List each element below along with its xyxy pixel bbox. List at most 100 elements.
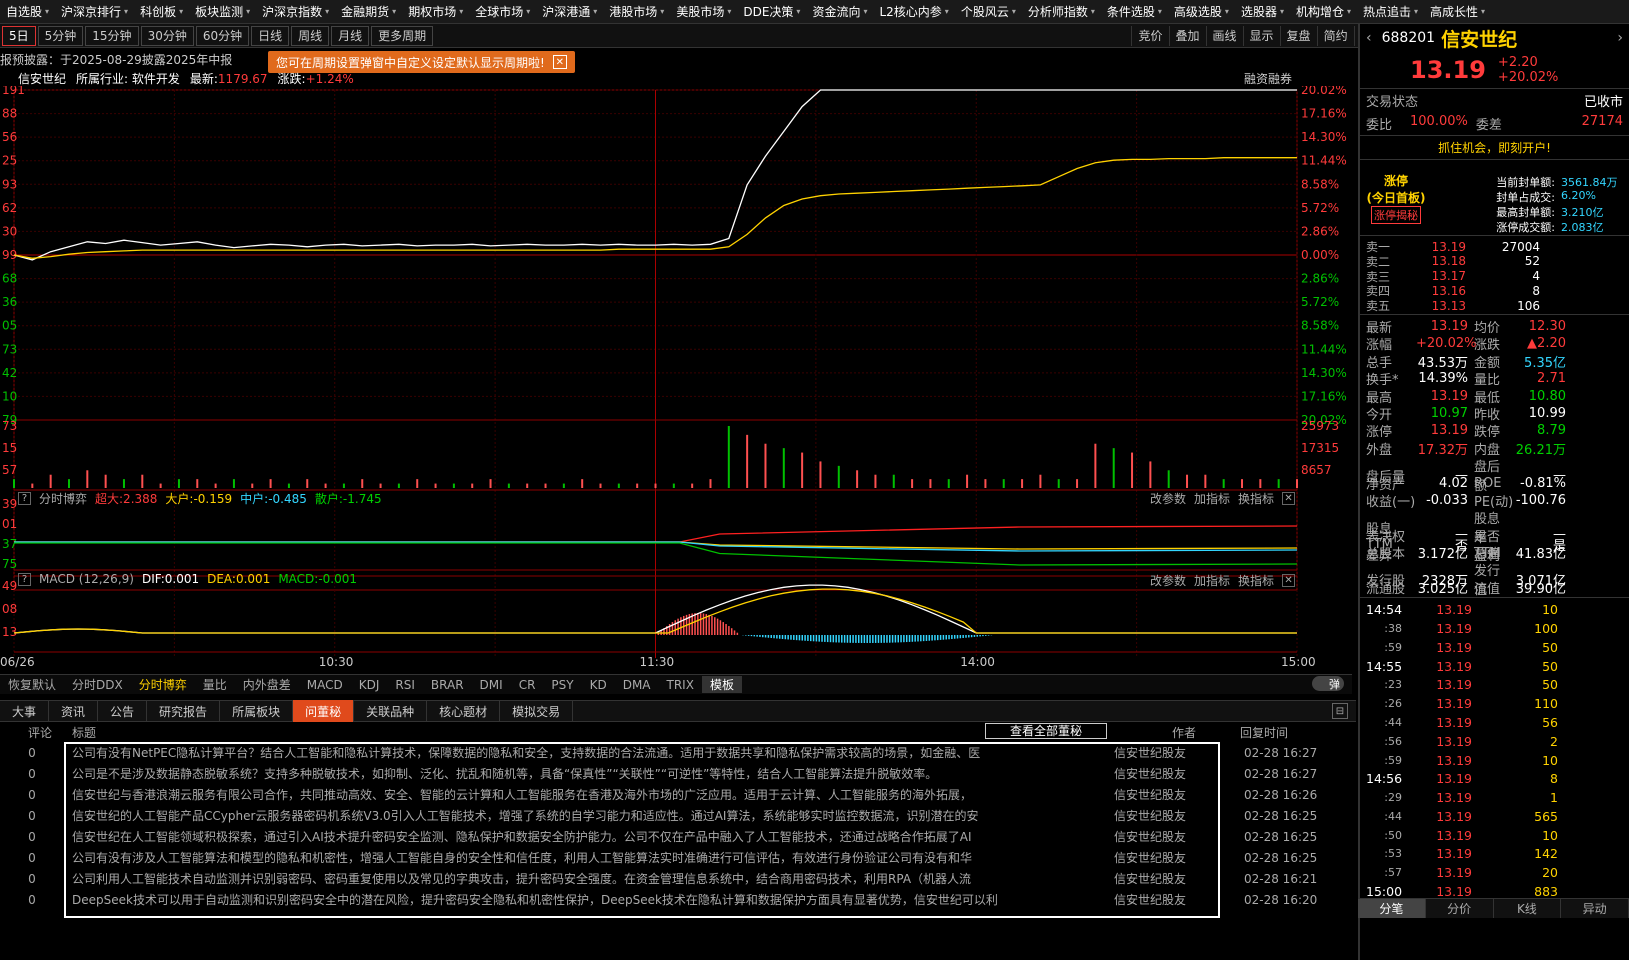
indicator-tab[interactable]: DMI [472,678,511,692]
indicator-tab[interactable]: 模板 [701,676,742,693]
chart-tool-button[interactable]: 竞价 [1131,25,1168,46]
menu-item[interactable]: 港股市场 ▾ [603,3,670,20]
next-stock-icon[interactable]: › [1617,30,1623,46]
indicator-tab[interactable]: 量比 [195,676,235,693]
menu-item[interactable]: DDE决策 ▾ [737,3,806,20]
news-row[interactable]: 0 公司利用人工智能技术自动监测并识别弱密码、密码重复使用以及常见的字典攻击，提升… [0,868,1356,889]
indicator-tab[interactable]: 分时博弈 [131,676,195,693]
menu-item[interactable]: 资金流向 ▾ [806,3,873,20]
change-params-button[interactable]: 改参数 [1150,490,1186,507]
news-tab[interactable]: 研究报告 [147,700,221,722]
close-icon[interactable]: ✕ [1282,574,1296,587]
menu-item[interactable]: 科创板 ▾ [134,3,189,20]
indicator-tab[interactable]: 恢复默认 [0,676,64,693]
quote-tab[interactable]: 分价 [1426,899,1494,918]
news-row[interactable]: 0 DeepSeek技术可以用于自动监测和识别密码安全中的潜在风险，提升密码安全隐… [0,889,1356,910]
chart-tool-button[interactable]: 叠加 [1168,25,1206,46]
indicator-tab[interactable]: CR [511,678,544,692]
quote-tab[interactable]: K线 [1494,899,1562,918]
menu-item[interactable]: 自选股 ▾ [0,3,55,20]
period-button[interactable]: 5分钟 [37,25,84,46]
news-tab[interactable]: 公告 [98,700,148,722]
menu-item[interactable]: 选股器 ▾ [1235,3,1290,20]
indicator-tab[interactable]: 分时DDX [64,676,131,693]
help-icon[interactable]: ? [18,492,31,505]
view-all-button[interactable]: 查看全部董秘 [985,723,1107,739]
indicator-tab[interactable]: TRIX [659,678,702,692]
indicator-tab[interactable]: PSY [543,678,581,692]
chart-tool-button[interactable]: 画线 [1205,25,1243,46]
news-tab[interactable]: 所属板块 [220,700,294,722]
period-button[interactable]: 30分钟 [140,25,194,46]
news-title[interactable]: 信安世纪在人工智能领域积极探索，通过引入AI技术提升密码安全监测、隐私保护和数据… [64,828,1110,845]
news-row[interactable]: 0 公司是不是涉及数据静态脱敏系统？支持多种脱敏技术，如抑制、泛化、扰乱和随机等，… [0,763,1356,784]
menu-item[interactable]: 个股风云 ▾ [955,3,1022,20]
close-icon[interactable]: ✕ [1282,492,1296,505]
menu-item[interactable]: 分析师指数 ▾ [1022,3,1101,20]
menu-item[interactable]: 热点追击 ▾ [1357,3,1424,20]
prev-stock-icon[interactable]: ‹ [1366,30,1372,46]
news-row[interactable]: 0 信安世纪与香港浪潮云服务有限公司合作，共同推动高效、安全、智能的云计算和人工智… [0,784,1356,805]
chart-tool-button[interactable]: 复盘 [1279,25,1317,46]
add-indicator-button[interactable]: 加指标 [1194,572,1230,589]
menu-item[interactable]: 沪深京排行 ▾ [55,3,134,20]
indicator-tab[interactable]: BRAR [423,678,472,692]
news-title[interactable]: DeepSeek技术可以用于自动监测和识别密码安全中的潜在风险，提升密码安全隐私… [64,891,1110,908]
news-tab[interactable]: 资讯 [49,700,99,722]
news-title[interactable]: 信安世纪与香港浪潮云服务有限公司合作，共同推动高效、安全、智能的云计算和人工智能… [64,786,1110,803]
chart-tool-button[interactable]: 显示 [1242,25,1280,46]
news-tab[interactable]: 核心题材 [427,700,501,722]
menu-item[interactable]: 沪深京指数 ▾ [256,3,335,20]
chart-tool-button[interactable]: 简约 [1316,25,1354,46]
indicator-tab[interactable]: KD [582,678,615,692]
news-title[interactable]: 公司是不是涉及数据静态脱敏系统？支持多种脱敏技术，如抑制、泛化、扰乱和随机等，具… [64,765,1110,782]
quote-tab[interactable]: 异动 [1561,899,1629,918]
period-button[interactable]: 周线 [291,25,330,46]
period-button[interactable]: 60分钟 [195,25,250,46]
menu-item[interactable]: 金融期货 ▾ [335,3,402,20]
news-title[interactable]: 公司利用人工智能技术自动监测并识别弱密码、密码重复使用以及常见的字典攻击，提升密… [64,870,1110,887]
quote-tab[interactable]: 分笔 [1358,899,1426,918]
menu-item[interactable]: 沪深港通 ▾ [536,3,603,20]
tooltip-close-icon[interactable]: ✕ [552,55,567,69]
menu-item[interactable]: 板块监测 ▾ [189,3,256,20]
limit-reveal-button[interactable]: 涨停揭秘 [1371,205,1421,224]
news-title[interactable]: 公司有没有涉及人工智能算法和模型的隐私和机密性，增强人工智能自身的安全性和信任度… [64,849,1110,866]
indicator-tab[interactable]: 内外盘差 [235,676,299,693]
news-row[interactable]: 0 信安世纪的人工智能产品CCypher云服务器密码机系统V3.0引入人工智能技术… [0,805,1356,826]
switch-indicator-button[interactable]: 换指标 [1238,490,1274,507]
news-row[interactable]: 0 公司有没有涉及人工智能算法和模型的隐私和机密性，增强人工智能自身的安全性和信任… [0,847,1356,868]
indicator-tab[interactable]: RSI [387,678,423,692]
news-tab[interactable]: 关联品种 [354,700,428,722]
news-title[interactable]: 公司有没有NetPEC隐私计算平台？结合人工智能和隐私计算技术，保障数据的隐私和… [64,744,1110,761]
period-button[interactable]: 5日 [2,25,36,46]
menu-item[interactable]: 美股市场 ▾ [670,3,737,20]
menu-item[interactable]: 全球市场 ▾ [469,3,536,20]
news-tab[interactable]: 模拟交易 [500,700,574,722]
menu-item[interactable]: 机构增仓 ▾ [1290,3,1357,20]
popup-toggle[interactable]: 弹 [1312,676,1344,691]
help-icon[interactable]: ? [18,572,31,586]
menu-item[interactable]: 条件选股 ▾ [1101,3,1168,20]
menu-item[interactable]: 高成长性 ▾ [1424,3,1491,20]
period-button[interactable]: 更多周期 [371,25,434,46]
add-indicator-button[interactable]: 加指标 [1194,490,1230,507]
open-account-link[interactable]: 抓住机会，即刻开户! [1360,136,1629,160]
margin-trading-link[interactable]: 融资融券 [1244,70,1292,87]
menu-item[interactable]: 期权市场 ▾ [402,3,469,20]
period-button[interactable]: 15分钟 [85,25,139,46]
menu-item[interactable]: L2核心内参 ▾ [873,3,954,20]
indicator-tab[interactable]: DMA [615,678,659,692]
switch-indicator-button[interactable]: 换指标 [1238,572,1274,589]
news-row[interactable]: 0 信安世纪在人工智能领域积极探索，通过引入AI技术提升密码安全监测、隐私保护和数… [0,826,1356,847]
menu-item[interactable]: 高级选股 ▾ [1168,3,1235,20]
panel-toggle-icon[interactable]: ⊟ [1332,703,1348,719]
period-button[interactable]: 日线 [251,25,290,46]
indicator-tab[interactable]: KDJ [351,678,388,692]
indicator-tab[interactable]: MACD [299,678,351,692]
news-title[interactable]: 信安世纪的人工智能产品CCypher云服务器密码机系统V3.0引入人工智能技术，… [64,807,1110,824]
period-button[interactable]: 月线 [331,25,370,46]
news-tab[interactable]: 问董秘 [293,700,355,722]
news-row[interactable]: 0 公司有没有NetPEC隐私计算平台？结合人工智能和隐私计算技术，保障数据的隐私… [0,742,1356,763]
news-tab[interactable]: 大事 [0,700,50,722]
